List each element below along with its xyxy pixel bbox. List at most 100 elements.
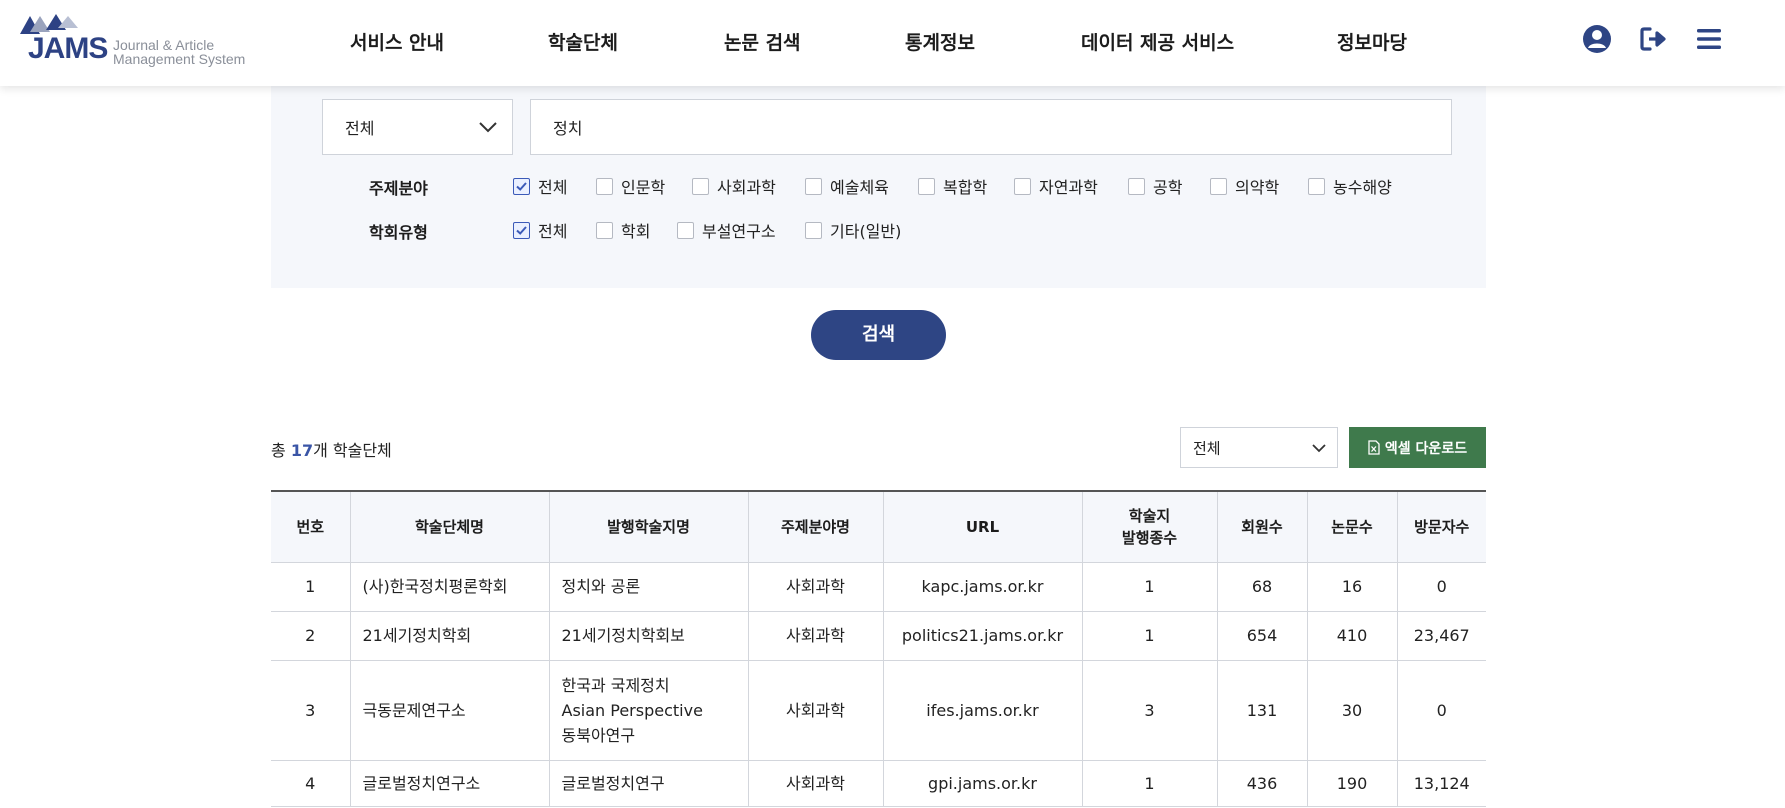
table-row[interactable]: 4 글로벌정치연구소 글로벌정치연구 사회과학 gpi.jams.or.kr 1 436 19… [271, 760, 1486, 807]
cell-field: 사회과학 [748, 611, 884, 661]
table-row[interactable]: 2 21세기정치학회 21세기정치학회보 사회과학 politics21.jams.or… [271, 611, 1486, 661]
checkbox-empty-icon[interactable] [596, 177, 613, 195]
search-input[interactable]: 정치 [530, 99, 1452, 155]
subject-checkbox[interactable]: 사회과학 [692, 174, 776, 198]
type-checkbox[interactable]: 전체 [513, 218, 567, 242]
search-button[interactable]: 검색 [811, 310, 946, 360]
journal-name: 한국과 국제정치 [561, 675, 670, 695]
menu-icon[interactable] [1693, 23, 1725, 55]
table-row[interactable]: 1 (사)한국정치평론학회 정치와 공론 사회과학 kapc.jams.or.kr 1 68… [271, 562, 1486, 612]
subject-checkbox[interactable]: 공학 [1128, 174, 1182, 198]
excel-download-button[interactable]: 엑셀 다운로드 [1349, 427, 1486, 468]
subject-checkbox[interactable]: 자연과학 [1014, 174, 1098, 198]
checkbox-empty-icon[interactable] [918, 177, 935, 195]
checkbox-empty-icon[interactable] [677, 221, 694, 239]
logout-icon[interactable] [1637, 23, 1669, 55]
cell-issues: 1 [1082, 611, 1218, 661]
cell-papers: 30 [1307, 660, 1398, 761]
cell-members: 68 [1217, 562, 1308, 612]
cell-issues: 1 [1082, 562, 1218, 612]
checkbox-empty-icon[interactable] [692, 177, 709, 195]
result-count: 17 [290, 441, 314, 460]
search-scope-value: 전체 [345, 119, 375, 138]
checkbox-empty-icon[interactable] [1210, 177, 1227, 195]
top-header: JAMS Journal & Article Management System… [0, 0, 1785, 86]
nav-societies[interactable]: 학술단체 [548, 28, 618, 55]
type-checkbox-label: 부설연구소 [702, 222, 776, 241]
cell-papers: 410 [1307, 611, 1398, 661]
col-header-org: 학술단체명 [350, 491, 550, 563]
cell-visitors: 0 [1397, 562, 1486, 612]
subject-field-label: 주제분야 [369, 179, 428, 198]
col-header-issues: 학술지 발행종수 [1082, 491, 1218, 563]
journal-name: Asian Perspective [561, 700, 703, 720]
checkbox-checked-icon[interactable] [513, 177, 530, 195]
cell-no: 4 [271, 760, 351, 807]
cell-visitors: 13,124 [1397, 760, 1486, 807]
cell-url[interactable]: ifes.jams.or.kr [883, 660, 1083, 761]
chevron-down-icon [479, 122, 497, 133]
cell-field: 사회과학 [748, 562, 884, 612]
journal-name: 글로벌정치연구 [561, 773, 665, 793]
nav-statistics[interactable]: 통계정보 [905, 28, 975, 55]
cell-org-name[interactable]: 글로벌정치연구소 [350, 760, 550, 807]
cell-journal-names: 21세기정치학회보 [549, 611, 749, 661]
checkbox-empty-icon[interactable] [805, 221, 822, 239]
cell-members: 436 [1217, 760, 1308, 807]
col-header-journal: 발행학술지명 [549, 491, 749, 563]
checkbox-empty-icon[interactable] [1014, 177, 1031, 195]
checkbox-empty-icon[interactable] [805, 177, 822, 195]
type-checkbox[interactable]: 부설연구소 [677, 218, 776, 242]
subject-checkbox[interactable]: 인문학 [596, 174, 665, 198]
cell-org-name[interactable]: 21세기정치학회 [350, 611, 550, 661]
cell-issues: 1 [1082, 760, 1218, 807]
nav-info-board[interactable]: 정보마당 [1337, 28, 1407, 55]
subject-checkbox[interactable]: 전체 [513, 174, 567, 198]
cell-visitors: 23,467 [1397, 611, 1486, 661]
search-input-value: 정치 [553, 119, 583, 138]
journal-name: 21세기정치학회보 [561, 626, 685, 645]
checkbox-empty-icon[interactable] [596, 221, 613, 239]
checkbox-empty-icon[interactable] [1308, 177, 1325, 195]
chevron-down-icon [1312, 443, 1326, 452]
checkbox-checked-icon[interactable] [513, 221, 530, 239]
table-header-row: 번호 학술단체명 발행학술지명 주제분야명 URL 학술지 발행종수 회원수 논문… [271, 491, 1486, 563]
nav-data-service[interactable]: 데이터 제공 서비스 [1081, 28, 1234, 55]
cell-journal-names: 정치와 공론 [549, 562, 749, 612]
excel-file-icon [1368, 440, 1380, 455]
user-icon[interactable] [1581, 23, 1613, 55]
col-header-visitors: 방문자수 [1397, 491, 1486, 563]
cell-url[interactable]: politics21.jams.or.kr [883, 611, 1083, 661]
subject-checkbox[interactable]: 의약학 [1210, 174, 1279, 198]
nav-paper-search[interactable]: 논문 검색 [724, 28, 801, 55]
search-scope-select[interactable]: 전체 [322, 99, 513, 155]
cell-url[interactable]: gpi.jams.or.kr [883, 760, 1083, 807]
subject-checkbox[interactable]: 복합학 [918, 174, 987, 198]
col-header-no: 번호 [271, 491, 351, 563]
cell-url[interactable]: kapc.jams.or.kr [883, 562, 1083, 612]
subject-checkbox-label: 농수해양 [1333, 178, 1392, 197]
col-header-url: URL [883, 491, 1083, 563]
cell-papers: 16 [1307, 562, 1398, 612]
subject-checkbox-label: 예술체육 [830, 178, 889, 197]
type-checkbox-label: 기타(일반) [830, 222, 902, 241]
col-header-field: 주제분야명 [748, 491, 884, 563]
subject-checkbox[interactable]: 농수해양 [1308, 174, 1392, 198]
subject-checkbox-label: 사회과학 [717, 178, 776, 197]
checkbox-empty-icon[interactable] [1128, 177, 1145, 195]
subject-checkbox-label: 자연과학 [1039, 178, 1098, 197]
type-checkbox[interactable]: 기타(일반) [805, 218, 901, 242]
sort-select[interactable]: 전체 [1180, 427, 1338, 468]
cell-org-name[interactable]: (사)한국정치평론학회 [350, 562, 550, 612]
cell-org-name[interactable]: 극동문제연구소 [350, 660, 550, 761]
cell-issues: 3 [1082, 660, 1218, 761]
cell-no: 3 [271, 660, 351, 761]
subject-checkbox-label: 복합학 [943, 178, 988, 197]
subject-checkbox[interactable]: 예술체육 [805, 174, 889, 198]
cell-papers: 190 [1307, 760, 1398, 807]
jams-logo[interactable]: JAMS Journal & Article Management System [20, 14, 250, 70]
nav-service-info[interactable]: 서비스 안내 [350, 28, 444, 55]
subject-checkbox-label: 의약학 [1235, 178, 1280, 197]
table-row[interactable]: 3 극동문제연구소 한국과 국제정치 Asian Perspective 동북아연구 사회… [271, 660, 1486, 761]
type-checkbox[interactable]: 학회 [596, 218, 650, 242]
